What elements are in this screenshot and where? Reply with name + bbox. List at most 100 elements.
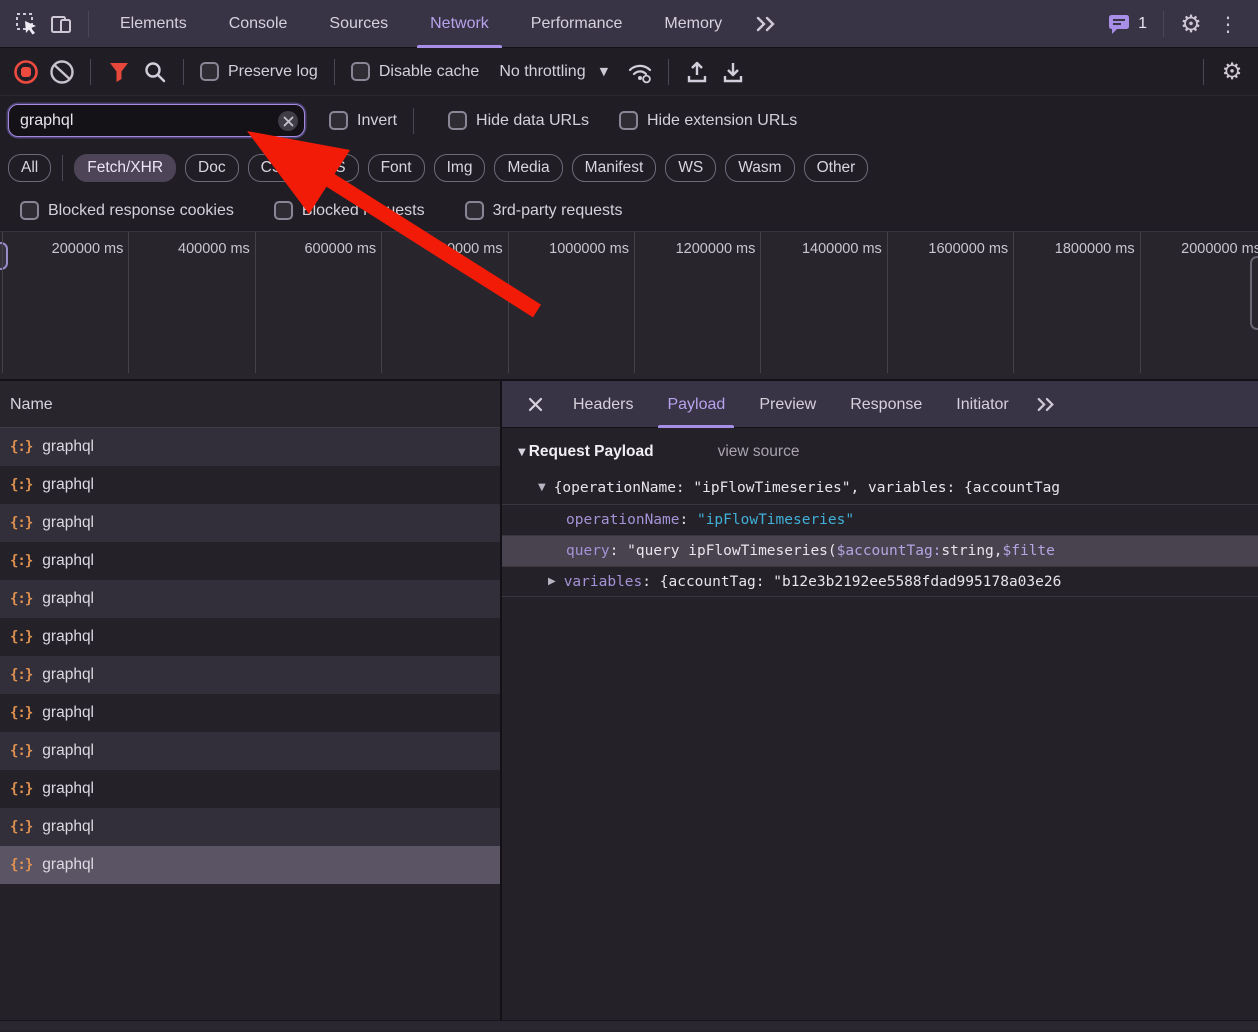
blocked-response-cookies-checkbox[interactable]: Blocked response cookies — [14, 201, 240, 220]
throttling-dropdown[interactable]: No throttling ▼ — [485, 63, 622, 81]
tab-sources[interactable]: Sources — [308, 0, 409, 48]
request-row[interactable]: {:} graphql — [0, 846, 500, 884]
divider — [183, 59, 184, 85]
payload-row-variables[interactable]: ▶ variables{accountTag: "b12e3b2192ee558… — [502, 566, 1258, 597]
request-row[interactable]: {:} graphql — [0, 656, 500, 694]
network-settings-gear-icon[interactable]: ⚙ — [1214, 54, 1250, 90]
json-braces-icon: {:} — [10, 667, 32, 683]
tab-payload[interactable]: Payload — [650, 381, 742, 428]
chip-other[interactable]: Other — [804, 154, 869, 182]
chip-font[interactable]: Font — [368, 154, 425, 182]
message-bubble-icon — [1107, 13, 1131, 35]
filter-input[interactable] — [8, 104, 305, 137]
clear-button[interactable] — [44, 54, 80, 90]
issues-button[interactable]: 1 — [1107, 13, 1147, 35]
payload-key: variables — [564, 574, 660, 590]
expand-triangle-icon[interactable]: ▶ — [548, 576, 556, 587]
request-row[interactable]: {:} graphql — [0, 808, 500, 846]
chip-doc[interactable]: Doc — [185, 154, 239, 182]
settings-gear-icon[interactable]: ⚙ — [1174, 7, 1208, 41]
divider — [62, 155, 63, 181]
more-details-tabs-icon[interactable] — [1026, 397, 1066, 412]
export-har-icon[interactable] — [715, 54, 751, 90]
timeline-tick-column: 1600000 ms — [887, 232, 1013, 373]
request-row[interactable]: {:} graphql — [0, 504, 500, 542]
request-row[interactable]: {:} graphql — [0, 732, 500, 770]
request-row[interactable]: {:} graphql — [0, 466, 500, 504]
request-row[interactable]: {:} graphql — [0, 428, 500, 466]
chip-ws[interactable]: WS — [665, 154, 716, 182]
request-name: graphql — [42, 628, 94, 646]
hide-data-urls-label: Hide data URLs — [476, 112, 589, 130]
record-button[interactable] — [8, 54, 44, 90]
timeline-tick-label: 1200000 ms — [676, 241, 756, 257]
json-braces-icon: {:} — [10, 591, 32, 607]
view-source-link[interactable]: view source — [718, 443, 800, 461]
hide-extension-urls-checkbox[interactable]: Hide extension URLs — [613, 111, 803, 130]
request-row[interactable]: {:} graphql — [0, 770, 500, 808]
tab-elements[interactable]: Elements — [99, 0, 208, 48]
payload-preview-line[interactable]: ▼ {operationName: "ipFlowTimeseries", va… — [502, 471, 1258, 504]
timeline-overview[interactable]: 200000 ms400000 ms600000 ms800000 ms1000… — [0, 231, 1258, 381]
payload-row-query[interactable]: query"query ipFlowTimeseries($accountTag… — [502, 535, 1258, 566]
divider — [1203, 59, 1204, 85]
chip-fetch-xhr[interactable]: Fetch/XHR — [74, 154, 176, 182]
timeline-tick-label: 1600000 ms — [928, 241, 1008, 257]
tab-preview[interactable]: Preview — [742, 381, 833, 428]
payload-value: string, — [941, 543, 1002, 559]
timeline-tick-column: 1200000 ms — [634, 232, 760, 373]
json-braces-icon: {:} — [10, 629, 32, 645]
tab-network[interactable]: Network — [409, 0, 510, 48]
network-conditions-icon[interactable] — [622, 54, 658, 90]
chip-css[interactable]: CSS — [248, 154, 306, 182]
payload-row-operation-name[interactable]: operationName"ipFlowTimeseries" — [502, 504, 1258, 535]
clear-filter-icon[interactable] — [278, 111, 298, 131]
disable-cache-checkbox[interactable]: Disable cache — [345, 62, 486, 81]
tab-headers[interactable]: Headers — [556, 381, 650, 428]
tab-console[interactable]: Console — [208, 0, 309, 48]
search-icon[interactable] — [137, 54, 173, 90]
kebab-menu-icon[interactable]: ⋮ — [1208, 12, 1248, 36]
request-details-panel: Headers Payload Preview Response Initiat… — [502, 381, 1258, 1020]
payload-variable: $filte — [1003, 543, 1055, 559]
hide-data-urls-checkbox[interactable]: Hide data URLs — [442, 111, 595, 130]
collapse-triangle-icon[interactable]: ▼ — [518, 447, 526, 458]
tab-performance[interactable]: Performance — [510, 0, 644, 48]
details-tabbar: Headers Payload Preview Response Initiat… — [502, 381, 1258, 428]
tab-memory[interactable]: Memory — [643, 0, 743, 48]
chevron-down-icon: ▼ — [600, 65, 608, 78]
inspect-element-icon[interactable] — [10, 7, 44, 41]
filter-icon[interactable] — [101, 54, 137, 90]
request-row[interactable]: {:} graphql — [0, 580, 500, 618]
timeline-tick-column: 600000 ms — [255, 232, 381, 373]
checkbox-box — [465, 201, 484, 220]
third-party-requests-checkbox[interactable]: 3rd-party requests — [459, 201, 629, 220]
request-row[interactable]: {:} graphql — [0, 618, 500, 656]
divider — [1163, 11, 1164, 37]
json-braces-icon: {:} — [10, 477, 32, 493]
close-details-icon[interactable] — [520, 389, 550, 419]
tab-response[interactable]: Response — [833, 381, 939, 428]
resource-type-filters: All Fetch/XHR Doc CSS JS Font Img Media … — [0, 145, 1258, 190]
timeline-tick-column: 1800000 ms — [1013, 232, 1139, 373]
more-tabs-icon[interactable] — [743, 16, 789, 32]
invert-label: Invert — [357, 112, 397, 130]
chip-all[interactable]: All — [8, 154, 51, 182]
request-payload-title: Request Payload — [529, 443, 654, 461]
blocked-requests-checkbox[interactable]: Blocked requests — [268, 201, 431, 220]
import-har-icon[interactable] — [679, 54, 715, 90]
throttling-value: No throttling — [499, 63, 585, 81]
chip-manifest[interactable]: Manifest — [572, 154, 657, 182]
invert-checkbox[interactable]: Invert — [323, 111, 403, 130]
preserve-log-checkbox[interactable]: Preserve log — [194, 62, 324, 81]
device-toolbar-icon[interactable] — [44, 7, 78, 41]
name-column-header[interactable]: Name — [0, 381, 500, 428]
request-row[interactable]: {:} graphql — [0, 542, 500, 580]
tab-initiator[interactable]: Initiator — [939, 381, 1025, 428]
chip-js[interactable]: JS — [315, 154, 359, 182]
chip-wasm[interactable]: Wasm — [725, 154, 794, 182]
expand-triangle-icon[interactable]: ▼ — [538, 482, 546, 493]
chip-media[interactable]: Media — [494, 154, 562, 182]
request-row[interactable]: {:} graphql — [0, 694, 500, 732]
chip-img[interactable]: Img — [434, 154, 486, 182]
